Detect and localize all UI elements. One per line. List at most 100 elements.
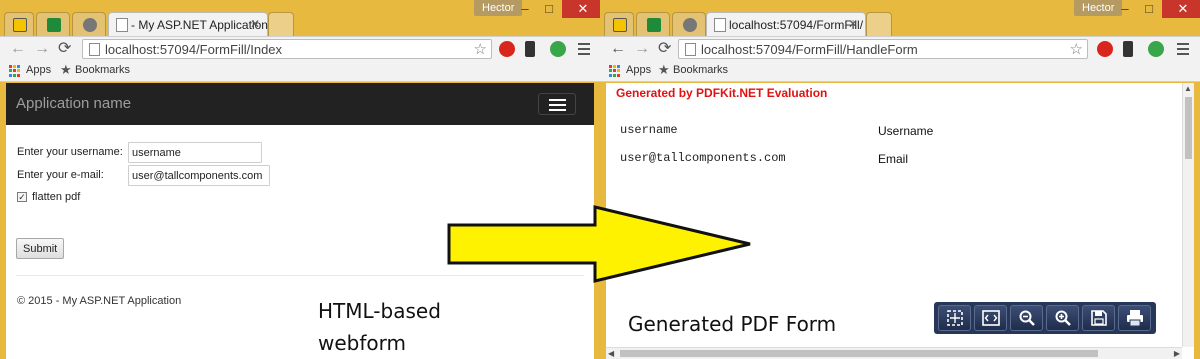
close-tab-icon[interactable]: ✕ [250,17,260,31]
new-tab-button[interactable] [866,12,892,36]
email-label: Enter your e-mail: [17,169,104,181]
maximize-button[interactable]: □ [538,0,560,18]
page-footer: © 2015 - My ASP.NET Application [17,295,182,307]
scroll-left-icon[interactable]: ◀ [608,349,614,358]
horizontal-scroll-thumb[interactable] [620,350,1098,357]
url-text: localhost:57094/FormFill/Index [105,42,283,57]
pinned-tab-3[interactable] [672,12,706,36]
pinned-tab-2[interactable] [36,12,70,36]
back-icon[interactable]: ← [610,40,626,58]
bookmarks-link[interactable]: Bookmarks [75,64,130,76]
pdf-viewer-toolbar [934,302,1156,334]
horizontal-scrollbar[interactable]: ◀ ▶ [606,347,1182,359]
vertical-scroll-thumb[interactable] [1185,97,1192,159]
extension-plug-icon[interactable] [525,41,535,57]
pdf-field-value-email: user@tallcomponents.com [620,151,786,165]
pdf-field-label-email: Email [878,152,909,166]
print-button[interactable] [1118,305,1151,331]
extension-green-icon[interactable] [550,41,566,57]
apps-link[interactable]: Apps [626,64,651,76]
minimize-button[interactable]: – [1114,0,1136,18]
bookmarks-link[interactable]: Bookmarks [673,64,728,76]
star-icon: ★ [658,62,670,77]
new-tab-button[interactable] [268,12,294,36]
tab-title: localhost:57094/FormFill/ [729,18,864,32]
save-button[interactable] [1082,305,1115,331]
app-icon [613,18,627,32]
browser-toolbar: ← → ⟳ localhost:57094/FormFill/Index ☆ [0,36,600,60]
username-label: Enter your username: [17,146,123,158]
caption-generated-pdf: Generated PDF Form [628,312,837,336]
fit-width-icon [981,310,1000,326]
pdf-evaluation-banner: Generated by PDFKit.NET Evaluation [616,86,828,100]
chrome-menu-icon[interactable] [1177,40,1189,58]
app-brand[interactable]: Application name [16,95,131,112]
attachment-icon [83,18,97,32]
navbar-toggle-button[interactable] [538,93,576,115]
page-icon [685,43,696,56]
zoom-in-button[interactable] [1046,305,1079,331]
right-arrow-icon [447,205,751,283]
minimize-button[interactable]: – [514,0,536,18]
star-icon: ★ [60,62,72,77]
page-icon [116,18,128,32]
sheets-icon [647,18,661,32]
caption-html-webform-line1: HTML-based [318,299,441,323]
submit-button[interactable]: Submit [16,238,65,259]
scroll-up-icon[interactable]: ▲ [1184,84,1192,93]
extension-green-icon[interactable] [1148,41,1164,57]
pinned-tab-1[interactable] [604,12,634,36]
attachment-icon [683,18,697,32]
app-icon [13,18,27,32]
flatten-checkbox[interactable]: ✓ [17,192,27,202]
caption-html-webform-line2: webform [318,331,406,355]
tab-title: - My ASP.NET Application [131,18,268,32]
bookmarks-bar: Apps ★ Bookmarks [600,60,1200,82]
address-bar[interactable]: localhost:57094/FormFill/HandleForm ☆ [678,39,1088,59]
bookmark-star-icon[interactable]: ☆ [1070,40,1083,58]
tab-active[interactable]: - My ASP.NET Application ✕ [108,12,268,36]
address-bar[interactable]: localhost:57094/FormFill/Index ☆ [82,39,492,59]
reload-icon[interactable]: ⟳ [58,40,71,58]
forward-icon[interactable]: → [34,40,50,58]
sheets-icon [47,18,61,32]
app-navbar: Application name [6,83,594,125]
page-icon [714,18,726,32]
zoom-out-button[interactable] [1010,305,1043,331]
save-icon [1090,310,1107,326]
flatten-label: flatten pdf [32,191,81,203]
extension-plug-icon[interactable] [1123,41,1133,57]
scroll-right-icon[interactable]: ▶ [1174,349,1180,358]
close-tab-icon[interactable]: ✕ [848,17,858,31]
zoom-in-icon [1055,310,1071,326]
tab-active[interactable]: localhost:57094/FormFill/ ✕ [706,12,866,36]
fit-width-button[interactable] [974,305,1007,331]
apps-grid-icon[interactable] [609,65,621,77]
bookmark-star-icon[interactable]: ☆ [474,40,487,58]
print-icon [1126,310,1143,327]
pinned-tab-1[interactable] [4,12,34,36]
close-window-button[interactable]: ✕ [1162,0,1200,18]
forward-icon[interactable]: → [634,40,650,58]
username-input[interactable] [128,142,262,163]
back-icon[interactable]: ← [10,40,26,58]
title-bar: localhost:57094/FormFill/ ✕ Hector – □ ✕ [600,0,1200,36]
pdf-field-label-username: Username [878,124,934,138]
title-bar: - My ASP.NET Application ✕ Hector – □ ✕ [0,0,600,36]
apps-grid-icon[interactable] [9,65,21,77]
extension-stop-icon[interactable] [1097,41,1113,57]
chrome-menu-icon[interactable] [578,40,590,58]
vertical-scrollbar[interactable]: ▲ [1182,83,1194,347]
extension-stop-icon[interactable] [499,41,515,57]
browser-window-left: - My ASP.NET Application ✕ Hector – □ ✕ … [0,0,600,359]
email-input[interactable] [128,165,270,186]
pinned-tab-3[interactable] [72,12,106,36]
url-text: localhost:57094/FormFill/HandleForm [701,42,918,57]
pinned-tab-2[interactable] [636,12,670,36]
zoom-out-icon [1019,310,1035,326]
reload-icon[interactable]: ⟳ [658,40,671,58]
close-window-button[interactable]: ✕ [562,0,600,18]
maximize-button[interactable]: □ [1138,0,1160,18]
apps-link[interactable]: Apps [26,64,51,76]
fit-page-button[interactable] [938,305,971,331]
